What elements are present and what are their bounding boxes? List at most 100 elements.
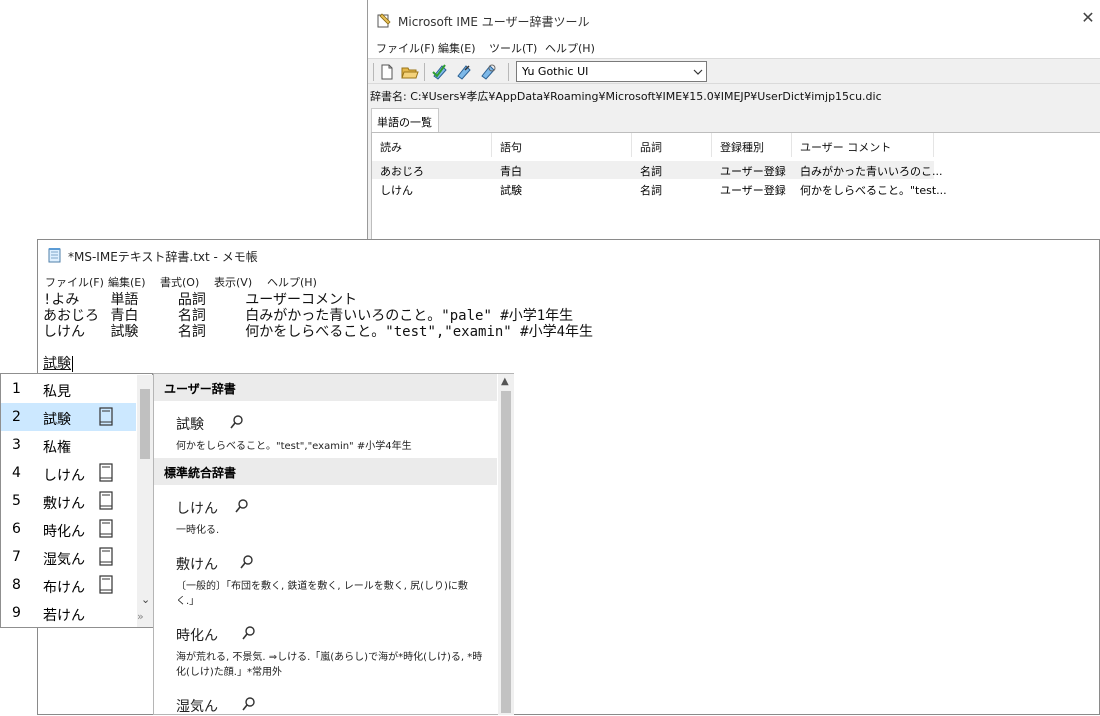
cell-type: ユーザー登録	[720, 184, 786, 197]
dictionary-book-icon	[98, 463, 114, 483]
table-row[interactable]: あおじろ 青白 名詞 ユーザー登録 白みがかった青いいろのこ...	[372, 161, 943, 179]
expand-icon[interactable]: »	[137, 610, 144, 623]
search-icon[interactable]	[229, 414, 245, 430]
candidate-word: しけん	[43, 468, 85, 484]
add-word-icon[interactable]	[430, 62, 450, 82]
menu-file[interactable]: ファイル(F)	[45, 274, 104, 290]
ime-toolbar: Yu Gothic UI	[368, 58, 1100, 84]
chevron-down-icon[interactable]: ⌄	[141, 593, 150, 606]
search-icon[interactable]	[241, 625, 257, 641]
candidate-item[interactable]: 9 若けん	[1, 599, 136, 627]
column-header-word[interactable]: 語句	[492, 133, 632, 157]
notepad-titlebar: *MS-IMEテキスト辞書.txt - メモ帳	[38, 240, 1100, 270]
word-list-table: 読み 語句 品詞 登録種別 ユーザー コメント あおじろ 青白 名詞 ユーザー登…	[371, 132, 1100, 240]
candidate-number: 8	[12, 577, 21, 593]
ime-dictionary-tool-window: Microsoft IME ユーザー辞書ツール ✕ ファイル(F) 編集(E) …	[367, 0, 1100, 240]
menu-edit[interactable]: 編集(E)	[108, 274, 146, 290]
chevron-up-icon[interactable]: ▲	[501, 376, 509, 387]
candidate-number: 4	[12, 465, 21, 481]
open-folder-icon[interactable]	[400, 62, 420, 82]
ime-candidate-window: 1 私見 2 試験 3 私権 4 しけん 5 敷けん 6 時化ん 7 湿気ん 8 布けん 9 若けん ⌄ »	[0, 373, 153, 628]
candidate-item[interactable]: 7 湿気ん	[1, 543, 136, 571]
delete-word-icon[interactable]	[478, 62, 498, 82]
candidate-number: 2	[12, 409, 21, 425]
composition-text[interactable]: 試験	[43, 356, 73, 372]
candidate-item[interactable]: 1 私見	[1, 375, 136, 403]
text-line[interactable]: しけん 試験 名詞 何かをしらべること。"test","examin" #小学4…	[43, 324, 593, 340]
candidate-item[interactable]: 6 時化ん	[1, 515, 136, 543]
column-header-comment[interactable]: ユーザー コメント	[792, 133, 934, 157]
cell-comment: 白みがかった青いいろのこ...	[800, 165, 943, 178]
column-header-reading[interactable]: 読み	[372, 133, 492, 157]
text-line[interactable]: あおじろ 青白 名詞 白みがかった青いいろのこと。"pale" #小学1年生	[43, 308, 573, 324]
detail-scrollbar[interactable]: ▲	[498, 374, 514, 715]
menu-file[interactable]: ファイル(F)	[376, 40, 435, 56]
candidate-word: 私見	[43, 384, 71, 400]
scrollbar-thumb[interactable]	[140, 389, 150, 459]
ime-titlebar: Microsoft IME ユーザー辞書ツール ✕	[368, 0, 1100, 38]
detail-word: 時化ん	[176, 628, 218, 644]
candidate-scrollbar[interactable]: ⌄	[137, 375, 153, 627]
dictionary-book-icon	[98, 547, 114, 567]
cell-type: ユーザー登録	[720, 165, 786, 178]
menu-edit[interactable]: 編集(E)	[438, 40, 476, 56]
candidate-word: 湿気ん	[43, 552, 85, 568]
candidate-word: 敷けん	[43, 496, 85, 512]
search-icon[interactable]	[234, 498, 250, 514]
candidate-number: 5	[12, 493, 21, 509]
edit-word-icon[interactable]	[454, 62, 474, 82]
tab-word-list-label: 単語の一覧	[377, 116, 432, 129]
search-icon[interactable]	[239, 554, 255, 570]
cell-word: 青白	[500, 165, 522, 178]
candidate-word: 時化ん	[43, 524, 85, 540]
column-header-pos[interactable]: 品詞	[632, 133, 712, 157]
detail-description: 何かをしらべること。"test","examin" #小学4年生	[176, 441, 412, 452]
detail-word: しけん	[176, 501, 218, 517]
toolbar-separator	[373, 63, 374, 81]
candidate-word: 布けん	[43, 580, 85, 596]
notepad-icon	[48, 248, 61, 263]
text-caret	[72, 356, 73, 372]
detail-word: 湿気ん	[176, 699, 218, 715]
candidate-number: 6	[12, 521, 21, 537]
detail-word: 敷けん	[176, 557, 218, 573]
dictionary-book-icon	[98, 407, 114, 427]
candidate-number: 7	[12, 549, 21, 565]
column-header-type[interactable]: 登録種別	[712, 133, 792, 157]
menu-help[interactable]: ヘルプ(H)	[545, 40, 595, 56]
dictionary-book-icon	[98, 575, 114, 595]
cell-word: 試験	[500, 184, 522, 197]
notepad-window-title: *MS-IMEテキスト辞書.txt - メモ帳	[68, 250, 258, 264]
ime-dictionary-icon	[377, 13, 391, 28]
candidate-item[interactable]: 8 布けん	[1, 571, 136, 599]
search-icon[interactable]	[241, 696, 257, 712]
ime-menubar: ファイル(F) 編集(E) ツール(T) ヘルプ(H)	[368, 38, 1100, 58]
candidate-item[interactable]: 5 敷けん	[1, 487, 136, 515]
candidate-word: 私権	[43, 440, 71, 456]
detail-description: 〔一般的〕「布団を敷く, 鉄道を敷く, レールを敷く, 尻(しり)に敷く.」	[176, 581, 468, 607]
candidate-item[interactable]: 3 私権	[1, 431, 136, 459]
candidate-item[interactable]: 4 しけん	[1, 459, 136, 487]
chevron-down-icon	[693, 69, 703, 75]
font-select-value: Yu Gothic UI	[522, 65, 589, 78]
menu-tools[interactable]: ツール(T)	[489, 40, 537, 56]
menu-format[interactable]: 書式(O)	[160, 274, 199, 290]
scrollbar-thumb[interactable]	[501, 391, 511, 713]
font-select[interactable]: Yu Gothic UI	[516, 61, 707, 82]
candidate-item[interactable]: 2 試験	[1, 403, 136, 431]
menu-help[interactable]: ヘルプ(H)	[267, 274, 317, 290]
text-line[interactable]: !よみ 単語 品詞 ユーザーコメント	[43, 292, 357, 308]
new-file-icon[interactable]	[377, 62, 397, 82]
section-header-standard-dictionary: 標準統合辞書	[154, 458, 497, 485]
menu-view[interactable]: 表示(V)	[214, 274, 252, 290]
close-icon[interactable]: ✕	[1080, 10, 1096, 26]
detail-word: 試験	[176, 417, 204, 433]
toolbar-separator	[508, 63, 509, 81]
tab-word-list[interactable]: 単語の一覧	[371, 108, 439, 132]
candidate-word: 試験	[43, 412, 71, 428]
cell-comment: 何かをしらべること。"test...	[800, 184, 947, 197]
dictionary-book-icon	[98, 491, 114, 511]
table-row[interactable]: しけん 試験 名詞 ユーザー登録 何かをしらべること。"test...	[372, 180, 947, 198]
dictionary-path: 辞書名: C:¥Users¥孝広¥AppData¥Roaming¥Microso…	[370, 90, 882, 103]
candidate-number: 9	[12, 605, 21, 621]
